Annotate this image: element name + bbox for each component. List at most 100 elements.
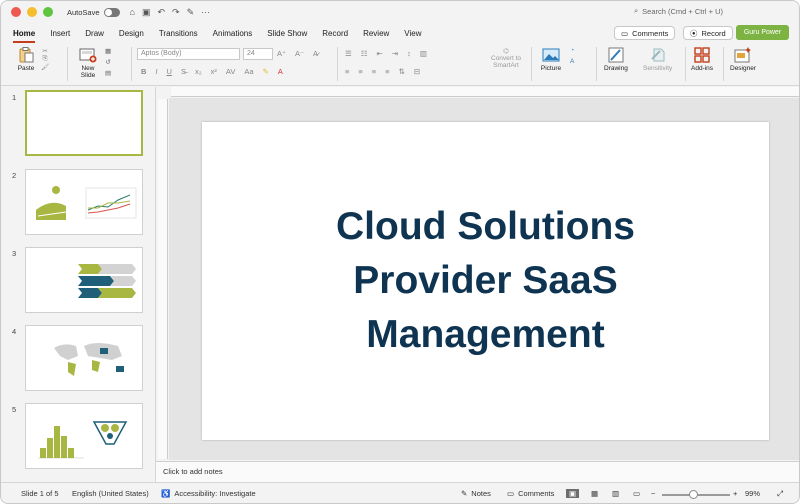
slide-thumbnail-1[interactable] xyxy=(25,90,143,156)
highlight-icon[interactable]: ✎ xyxy=(263,67,269,76)
status-comments-button[interactable]: ▭ Comments xyxy=(507,489,554,498)
underline-icon[interactable]: U xyxy=(167,67,172,76)
bold-icon[interactable]: B xyxy=(141,67,146,76)
tab-review[interactable]: Review xyxy=(363,29,389,38)
font-name-dropdown[interactable]: Aptos (Body) xyxy=(137,48,240,60)
tab-insert[interactable]: Insert xyxy=(50,29,70,38)
increase-indent-icon[interactable]: ⇥ xyxy=(392,49,398,58)
record-button[interactable]: ⦿ Record xyxy=(683,26,733,40)
zoom-slider-knob[interactable] xyxy=(689,490,698,499)
slide-sorter-icon[interactable]: ▦ xyxy=(591,489,598,498)
accessibility-button[interactable]: ♿ Accessibility: Investigate xyxy=(161,489,256,498)
paste-button[interactable]: Paste xyxy=(15,45,37,72)
shrink-font-icon[interactable]: A⁻ xyxy=(295,49,304,58)
bullets-icon[interactable]: ☰ xyxy=(345,49,352,58)
slide-thumbnail-2[interactable] xyxy=(25,169,143,235)
status-bar: Slide 1 of 5 English (United States) ♿ A… xyxy=(1,482,799,503)
change-case-icon[interactable]: Aa xyxy=(244,67,253,76)
align-center-icon[interactable]: ≡ xyxy=(358,67,362,76)
autosave-toggle[interactable] xyxy=(103,7,120,17)
close-window-button[interactable] xyxy=(11,7,21,17)
strikethrough-icon[interactable]: S̶ xyxy=(181,67,186,76)
tab-record[interactable]: Record xyxy=(322,29,348,38)
tab-slide-show[interactable]: Slide Show xyxy=(267,29,307,38)
undo-icon[interactable]: ↶ xyxy=(157,7,165,18)
align-right-icon[interactable]: ≡ xyxy=(372,67,376,76)
normal-view-icon[interactable]: ▣ xyxy=(566,489,580,498)
ribbon-separator xyxy=(67,47,68,81)
zoom-slider[interactable] xyxy=(662,490,730,499)
notes-button[interactable]: ✎ Notes xyxy=(461,489,491,498)
language-indicator[interactable]: English (United States) xyxy=(72,489,149,498)
new-slide-button[interactable]: New Slide xyxy=(77,45,99,79)
line-spacing-icon[interactable]: ↕ xyxy=(407,49,411,58)
slide-thumbnails-pane[interactable]: 1 2 3 4 5 xyxy=(1,87,156,482)
copy-icon[interactable]: ⎘ xyxy=(43,55,48,63)
tab-design[interactable]: Design xyxy=(119,29,144,38)
drawing-button[interactable]: Drawing xyxy=(604,45,628,72)
align-left-icon[interactable]: ≡ xyxy=(345,67,349,76)
clear-format-icon[interactable]: A̷ xyxy=(313,49,318,58)
designer-button[interactable]: Designer xyxy=(730,45,756,72)
slide-layout-tools: ▦ ↺ ▤ xyxy=(105,47,111,77)
slideshow-icon[interactable]: ▭ xyxy=(633,489,640,498)
tab-animations[interactable]: Animations xyxy=(213,29,253,38)
save-icon[interactable]: ▣ xyxy=(142,7,151,18)
comment-icon: ▭ xyxy=(507,489,515,498)
zoom-in-icon[interactable]: + xyxy=(733,489,737,498)
more-icon[interactable]: ··· xyxy=(201,7,210,18)
ribbon-separator xyxy=(337,47,338,81)
shapes-icon[interactable]: ◔ xyxy=(570,47,574,54)
minimize-window-button[interactable] xyxy=(27,7,37,17)
italic-icon[interactable]: I xyxy=(155,67,157,76)
picture-button[interactable]: Picture xyxy=(540,45,562,72)
home-icon[interactable]: ⌂ xyxy=(130,7,135,18)
tab-draw[interactable]: Draw xyxy=(85,29,104,38)
redo-icon[interactable]: ↷ xyxy=(172,7,180,18)
convert-smartart-button[interactable]: ⌬ Convert to SmartArt xyxy=(491,47,521,69)
comments-button[interactable]: ▭ Comments xyxy=(614,26,676,40)
search-box[interactable]: ⌕ Search (Cmd + Ctrl + U) xyxy=(634,6,723,16)
section-icon[interactable]: ▤ xyxy=(105,69,111,77)
guru-power-button[interactable]: Guru Power xyxy=(736,25,789,40)
tab-transitions[interactable]: Transitions xyxy=(159,29,198,38)
maximize-window-button[interactable] xyxy=(43,7,53,17)
designer-label: Designer xyxy=(730,65,757,72)
slide-1[interactable]: Cloud Solutions Provider SaaS Management xyxy=(202,122,769,440)
cut-icon[interactable]: ✂ xyxy=(42,47,47,55)
decrease-indent-icon[interactable]: ⇤ xyxy=(376,49,382,58)
zoom-level[interactable]: 99% xyxy=(745,489,760,498)
format-brush-icon[interactable]: 🖌 xyxy=(41,63,49,71)
justify-icon[interactable]: ≡ xyxy=(385,67,389,76)
char-spacing-icon[interactable]: AV xyxy=(226,67,235,76)
format-painter-icon[interactable]: ✎ xyxy=(187,7,195,18)
align-text-icon[interactable]: ⊟ xyxy=(414,67,420,76)
superscript-icon[interactable]: x² xyxy=(211,67,217,76)
title-line: Cloud Solutions xyxy=(336,205,635,248)
font-color-icon[interactable]: A xyxy=(278,67,283,76)
addins-button[interactable]: Add-ins xyxy=(691,45,713,72)
slide-thumbnail-3[interactable] xyxy=(25,247,143,313)
ribbon-separator xyxy=(596,47,597,81)
align-tools: ≡ ≡ ≡ ≡ ⇅ ⊟ xyxy=(345,67,420,76)
world-map-preview xyxy=(54,343,124,376)
fit-slide-icon[interactable]: ⤢ xyxy=(777,489,783,499)
grow-font-icon[interactable]: A⁺ xyxy=(277,49,286,58)
zoom-out-icon[interactable]: − xyxy=(651,489,655,498)
text-box-icon[interactable]: A xyxy=(570,58,574,65)
slide-thumbnail-4[interactable] xyxy=(25,325,143,391)
tab-home[interactable]: Home xyxy=(13,29,36,43)
sensitivity-button[interactable]: Sensitivity xyxy=(643,45,672,72)
font-size-dropdown[interactable]: 24 xyxy=(243,48,273,60)
notes-pane[interactable]: Click to add notes xyxy=(156,461,799,482)
layout-icon[interactable]: ▦ xyxy=(105,47,111,55)
slide-thumbnail-5[interactable] xyxy=(25,403,143,469)
text-direction-icon[interactable]: ⇅ xyxy=(399,67,405,76)
tab-view[interactable]: View xyxy=(404,29,421,38)
numbering-icon[interactable]: ☷ xyxy=(361,49,368,58)
reading-view-icon[interactable]: ▥ xyxy=(612,489,619,498)
reset-icon[interactable]: ↺ xyxy=(105,58,110,66)
slide-title-text[interactable]: Cloud Solutions Provider SaaS Management xyxy=(336,200,635,362)
columns-icon[interactable]: ▥ xyxy=(420,49,427,58)
subscript-icon[interactable]: x₂ xyxy=(195,67,202,76)
